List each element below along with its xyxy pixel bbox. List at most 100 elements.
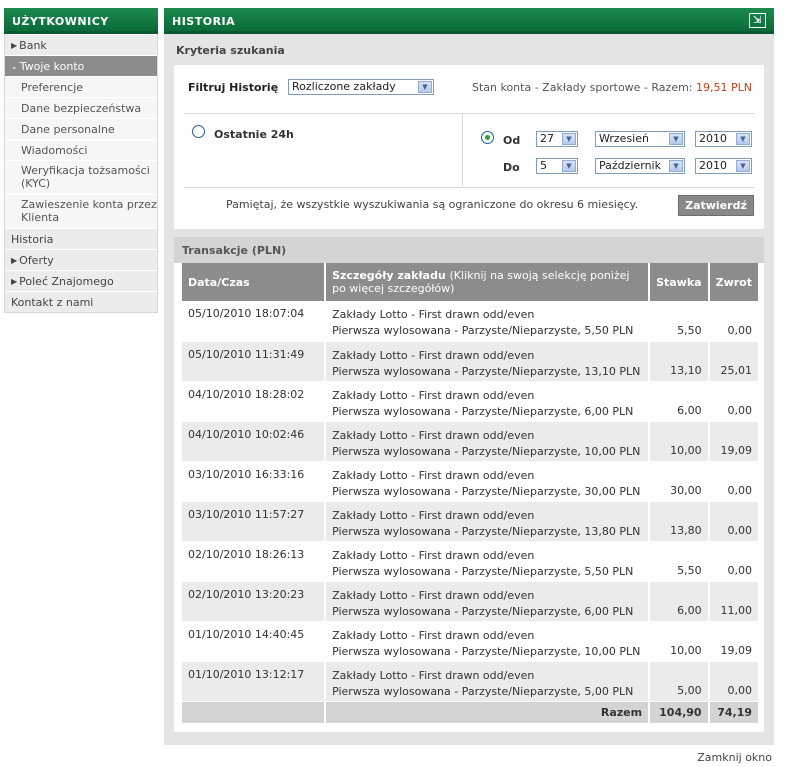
row-details[interactable]: Zakłady Lotto - First drawn odd/even Pier… xyxy=(325,661,651,702)
total-return: 74,19 xyxy=(708,701,758,724)
balance-value: 19,51 PLN xyxy=(696,81,752,94)
row-date: 03/10/2010 16:33:16 xyxy=(182,461,327,502)
from-year-select[interactable]: 2010 ▼ xyxy=(695,131,752,147)
chevron-down-icon: ▼ xyxy=(562,160,576,172)
table-row[interactable]: 01/10/2010 13:12:17 Zakłady Lotto - First… xyxy=(182,661,758,702)
chevron-down-icon: ▼ xyxy=(669,160,683,172)
table-row[interactable]: 05/10/2010 11:31:49 Zakłady Lotto - First… xyxy=(182,341,758,382)
caret-down-icon: ⌄ xyxy=(11,62,18,71)
last24-label: Ostatnie 24h xyxy=(214,128,294,141)
caret-right-icon: ▶ xyxy=(11,256,18,265)
row-details[interactable]: Zakłady Lotto - First drawn odd/even Pier… xyxy=(325,461,651,502)
col-details: Szczegóły zakładu (Kliknij na swoją sele… xyxy=(325,263,651,301)
row-stake: 30,00 xyxy=(649,461,710,502)
row-details[interactable]: Zakłady Lotto - First drawn odd/even Pier… xyxy=(325,621,651,662)
row-return: 25,01 xyxy=(708,341,758,382)
sidebar-item-historia[interactable]: Historia xyxy=(5,228,157,249)
row-details[interactable]: Zakłady Lotto - First drawn odd/even Pier… xyxy=(325,581,651,622)
row-return: 11,00 xyxy=(708,581,758,622)
row-details[interactable]: Zakłady Lotto - First drawn odd/even Pier… xyxy=(325,341,651,382)
sidebar-item-polec-znajomego[interactable]: ▶ Poleć Znajomego xyxy=(5,270,157,291)
sidebar-item-dane-personalne[interactable]: Dane personalne xyxy=(5,118,157,139)
from-month-select[interactable]: Wrzesień ▼ xyxy=(595,131,685,147)
row-details[interactable]: Zakłady Lotto - First drawn odd/even Pier… xyxy=(325,541,651,582)
criteria-box: Filtruj Historię Rozliczone zakłady ▼ Sta… xyxy=(174,65,764,229)
row-date: 04/10/2010 18:28:02 xyxy=(182,381,327,422)
main-header: HISTORIA ⇲ xyxy=(164,8,774,34)
table-row[interactable]: 01/10/2010 14:40:45 Zakłady Lotto - First… xyxy=(182,621,758,662)
row-date: 01/10/2010 13:12:17 xyxy=(182,661,327,702)
row-return: 0,00 xyxy=(708,661,758,702)
page-title: HISTORIA xyxy=(172,15,236,28)
row-stake: 5,50 xyxy=(649,301,710,342)
row-return: 0,00 xyxy=(708,541,758,582)
row-stake: 10,00 xyxy=(649,421,710,462)
close-window-link[interactable]: Zamknij okno xyxy=(697,751,772,764)
to-month-select[interactable]: Październik ▼ xyxy=(595,158,685,174)
total-label: Razem xyxy=(325,701,651,724)
filter-select[interactable]: Rozliczone zakłady ▼ xyxy=(288,79,434,95)
table-row[interactable]: 04/10/2010 18:28:02 Zakłady Lotto - First… xyxy=(182,381,758,422)
table-row[interactable]: 05/10/2010 18:07:04 Zakłady Lotto - First… xyxy=(182,301,758,342)
row-stake: 13,10 xyxy=(649,341,710,382)
row-stake: 10,00 xyxy=(649,621,710,662)
row-date: 01/10/2010 14:40:45 xyxy=(182,621,327,662)
table-row[interactable]: 02/10/2010 13:20:23 Zakłady Lotto - First… xyxy=(182,581,758,622)
col-date: Data/Czas xyxy=(182,263,327,301)
row-details[interactable]: Zakłady Lotto - First drawn odd/even Pier… xyxy=(325,501,651,542)
main-panel: HISTORIA ⇲ Kryteria szukania Filtruj His… xyxy=(164,8,774,745)
transactions-title: Transakcje (PLN) xyxy=(174,237,764,263)
transactions-box: Transakcje (PLN) Data/Czas Szczegóły zak… xyxy=(174,237,764,732)
sidebar: UŻYTKOWNICY ▶ Bank ⌄ Twoje konto Preferenc… xyxy=(4,8,158,313)
chevron-down-icon: ▼ xyxy=(736,160,750,172)
filter-label: Filtruj Historię xyxy=(188,81,279,94)
col-return: Zwrot xyxy=(708,263,758,301)
sidebar-item-preferencje[interactable]: Preferencje xyxy=(5,76,157,97)
balance-text: Stan konta - Zakłady sportowe - Razem: 1… xyxy=(471,81,752,94)
radio-date-range[interactable] xyxy=(481,131,494,144)
row-details[interactable]: Zakłady Lotto - First drawn odd/even Pier… xyxy=(325,301,651,342)
row-stake: 5,50 xyxy=(649,541,710,582)
row-date: 04/10/2010 10:02:46 xyxy=(182,421,327,462)
table-row[interactable]: 04/10/2010 10:02:46 Zakłady Lotto - First… xyxy=(182,421,758,462)
table-row[interactable]: 03/10/2010 11:57:27 Zakłady Lotto - First… xyxy=(182,501,758,542)
row-date: 02/10/2010 18:26:13 xyxy=(182,541,327,582)
divider xyxy=(462,114,463,186)
row-return: 0,00 xyxy=(708,381,758,422)
popout-icon[interactable]: ⇲ xyxy=(749,13,766,28)
search-note: Pamiętaj, że wszystkie wyszukiwania są o… xyxy=(226,198,639,211)
row-date: 05/10/2010 18:07:04 xyxy=(182,301,327,342)
divider xyxy=(184,187,754,188)
criteria-title: Kryteria szukania xyxy=(176,44,285,57)
sidebar-item-bank[interactable]: ▶ Bank xyxy=(5,34,157,55)
row-return: 0,00 xyxy=(708,501,758,542)
sidebar-item-wiadomosci[interactable]: Wiadomości xyxy=(5,139,157,160)
col-stake: Stawka xyxy=(649,263,710,301)
sidebar-item-dane-bezpieczenstwa[interactable]: Dane bezpieczeństwa xyxy=(5,97,157,118)
sidebar-title: UŻYTKOWNICY xyxy=(4,8,158,34)
row-date: 05/10/2010 11:31:49 xyxy=(182,341,327,382)
sidebar-item-oferty[interactable]: ▶ Oferty xyxy=(5,249,157,270)
total-row: Razem 104,90 74,19 xyxy=(182,701,758,724)
radio-last24[interactable] xyxy=(192,125,205,138)
row-details[interactable]: Zakłady Lotto - First drawn odd/even Pier… xyxy=(325,381,651,422)
submit-button[interactable]: Zatwierdź xyxy=(678,195,754,216)
to-year-select[interactable]: 2010 ▼ xyxy=(695,158,752,174)
sidebar-menu: ▶ Bank ⌄ Twoje konto Preferencje Dane bezp… xyxy=(4,34,158,313)
table-row[interactable]: 02/10/2010 18:26:13 Zakłady Lotto - First… xyxy=(182,541,758,582)
sidebar-item-kontakt[interactable]: Kontakt z nami xyxy=(5,291,157,312)
to-label: Do xyxy=(503,161,520,174)
row-details[interactable]: Zakłady Lotto - First drawn odd/even Pier… xyxy=(325,421,651,462)
sidebar-item-zawieszenie[interactable]: Zawieszenie konta przez Klienta xyxy=(5,194,157,228)
sidebar-item-weryfikacja[interactable]: Weryfikacja tożsamości (KYC) xyxy=(5,160,157,194)
to-day-select[interactable]: 5 ▼ xyxy=(536,158,578,174)
caret-right-icon: ▶ xyxy=(11,277,18,286)
chevron-down-icon: ▼ xyxy=(669,133,683,145)
from-day-select[interactable]: 27 ▼ xyxy=(536,131,578,147)
sidebar-item-twoje-konto[interactable]: ⌄ Twoje konto xyxy=(5,55,157,76)
transactions-table: Data/Czas Szczegóły zakładu (Kliknij na … xyxy=(182,263,758,724)
main-body: Kryteria szukania Filtruj Historię Rozli… xyxy=(164,34,774,745)
row-date: 03/10/2010 11:57:27 xyxy=(182,501,327,542)
table-row[interactable]: 03/10/2010 16:33:16 Zakłady Lotto - First… xyxy=(182,461,758,502)
from-label: Od xyxy=(503,134,521,147)
